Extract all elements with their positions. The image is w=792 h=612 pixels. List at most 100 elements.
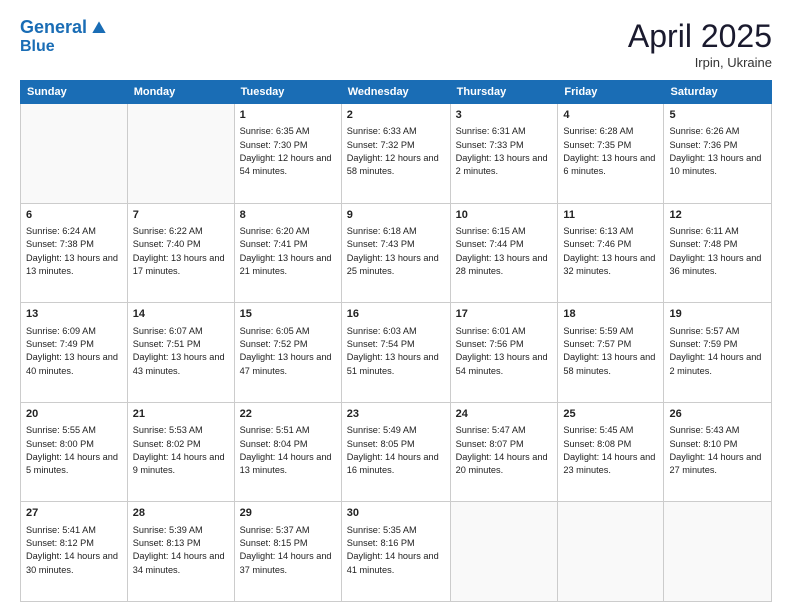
calendar-cell: 8 Sunrise: 6:20 AM Sunset: 7:41 PM Daylig… [234, 203, 341, 303]
day-number: 21 [133, 407, 229, 422]
calendar-week-4: 20 Sunrise: 5:55 AM Sunset: 8:00 PM Dayli… [21, 402, 772, 502]
calendar-cell: 16 Sunrise: 6:03 AM Sunset: 7:54 PM Dayli… [341, 303, 450, 403]
calendar-cell [127, 104, 234, 204]
day-number: 1 [240, 108, 336, 123]
day-detail: Sunrise: 5:55 AM Sunset: 8:00 PM Dayligh… [26, 424, 122, 477]
calendar-cell: 27 Sunrise: 5:41 AM Sunset: 8:12 PM Dayli… [21, 502, 128, 602]
day-number: 26 [669, 407, 766, 422]
day-number: 16 [347, 307, 445, 322]
day-detail: Sunrise: 6:33 AM Sunset: 7:32 PM Dayligh… [347, 125, 445, 178]
day-detail: Sunrise: 5:45 AM Sunset: 8:08 PM Dayligh… [563, 424, 658, 477]
calendar-cell: 1 Sunrise: 6:35 AM Sunset: 7:30 PM Daylig… [234, 104, 341, 204]
calendar-cell [664, 502, 772, 602]
day-number: 24 [456, 407, 553, 422]
calendar-cell: 28Sunrise: 5:39 AM Sunset: 8:13 PM Dayli… [127, 502, 234, 602]
calendar-cell: 6Sunrise: 6:24 AM Sunset: 7:38 PM Daylig… [21, 203, 128, 303]
weekday-header-saturday: Saturday [664, 81, 772, 104]
calendar-cell: 30Sunrise: 5:35 AM Sunset: 8:16 PM Dayli… [341, 502, 450, 602]
day-detail: Sunrise: 6:35 AM Sunset: 7:30 PM Dayligh… [240, 125, 336, 178]
day-number: 30 [347, 506, 445, 521]
day-number: 17 [456, 307, 553, 322]
calendar-cell: 4Sunrise: 6:28 AM Sunset: 7:35 PM Daylig… [558, 104, 664, 204]
day-detail: Sunrise: 6:18 AM Sunset: 7:43 PM Dayligh… [347, 225, 445, 278]
day-number: 3 [456, 108, 553, 123]
calendar-cell: 17Sunrise: 6:01 AM Sunset: 7:56 PM Dayli… [450, 303, 558, 403]
weekday-header-row: SundayMondayTuesdayWednesdayThursdayFrid… [21, 81, 772, 104]
day-detail: Sunrise: 5:49 AM Sunset: 8:05 PM Dayligh… [347, 424, 445, 477]
day-detail: Sunrise: 6:22 AM Sunset: 7:40 PM Dayligh… [133, 225, 229, 278]
day-detail: Sunrise: 5:53 AM Sunset: 8:02 PM Dayligh… [133, 424, 229, 477]
calendar-cell: 26Sunrise: 5:43 AM Sunset: 8:10 PM Dayli… [664, 402, 772, 502]
day-number: 13 [26, 307, 122, 322]
day-number: 8 [240, 208, 336, 223]
logo-blue: Blue [20, 38, 109, 56]
day-number: 9 [347, 208, 445, 223]
day-detail: Sunrise: 6:09 AM Sunset: 7:49 PM Dayligh… [26, 325, 122, 378]
day-number: 12 [669, 208, 766, 223]
weekday-header-sunday: Sunday [21, 81, 128, 104]
calendar-cell: 14 Sunrise: 6:07 AM Sunset: 7:51 PM Dayli… [127, 303, 234, 403]
calendar-cell [21, 104, 128, 204]
day-number: 7 [133, 208, 229, 223]
calendar-cell: 23 Sunrise: 5:49 AM Sunset: 8:05 PM Dayli… [341, 402, 450, 502]
day-detail: Sunrise: 6:07 AM Sunset: 7:51 PM Dayligh… [133, 325, 229, 378]
day-number: 6 [26, 208, 122, 223]
day-detail: Sunrise: 6:26 AM Sunset: 7:36 PM Dayligh… [669, 125, 766, 178]
calendar-cell: 10Sunrise: 6:15 AM Sunset: 7:44 PM Dayli… [450, 203, 558, 303]
day-detail: Sunrise: 6:15 AM Sunset: 7:44 PM Dayligh… [456, 225, 553, 278]
day-number: 28 [133, 506, 229, 521]
day-detail: Sunrise: 6:03 AM Sunset: 7:54 PM Dayligh… [347, 325, 445, 378]
calendar-cell: 11 Sunrise: 6:13 AM Sunset: 7:46 PM Dayli… [558, 203, 664, 303]
calendar-cell [450, 502, 558, 602]
logo: General Blue [20, 18, 109, 56]
day-detail: Sunrise: 6:11 AM Sunset: 7:48 PM Dayligh… [669, 225, 766, 278]
logo-text: General [20, 18, 87, 38]
day-detail: Sunrise: 5:41 AM Sunset: 8:12 PM Dayligh… [26, 524, 122, 577]
day-detail: Sunrise: 5:59 AM Sunset: 7:57 PM Dayligh… [563, 325, 658, 378]
day-detail: Sunrise: 5:47 AM Sunset: 8:07 PM Dayligh… [456, 424, 553, 477]
calendar-cell: 22 Sunrise: 5:51 AM Sunset: 8:04 PM Dayli… [234, 402, 341, 502]
day-number: 2 [347, 108, 445, 123]
header: General Blue April 2025 Irpin, Ukraine [20, 18, 772, 70]
day-number: 27 [26, 506, 122, 521]
calendar-cell: 9 Sunrise: 6:18 AM Sunset: 7:43 PM Daylig… [341, 203, 450, 303]
calendar-cell: 21 Sunrise: 5:53 AM Sunset: 8:02 PM Dayli… [127, 402, 234, 502]
day-detail: Sunrise: 6:13 AM Sunset: 7:46 PM Dayligh… [563, 225, 658, 278]
day-number: 5 [669, 108, 766, 123]
day-number: 20 [26, 407, 122, 422]
calendar-page: General Blue April 2025 Irpin, Ukraine S… [0, 0, 792, 612]
calendar-cell: 19 Sunrise: 5:57 AM Sunset: 7:59 PM Dayli… [664, 303, 772, 403]
day-number: 23 [347, 407, 445, 422]
calendar-cell: 15 Sunrise: 6:05 AM Sunset: 7:52 PM Dayli… [234, 303, 341, 403]
weekday-header-tuesday: Tuesday [234, 81, 341, 104]
calendar-cell: 13 Sunrise: 6:09 AM Sunset: 7:49 PM Dayli… [21, 303, 128, 403]
calendar-week-2: 6Sunrise: 6:24 AM Sunset: 7:38 PM Daylig… [21, 203, 772, 303]
day-detail: Sunrise: 6:05 AM Sunset: 7:52 PM Dayligh… [240, 325, 336, 378]
title-block: April 2025 Irpin, Ukraine [628, 18, 772, 70]
day-number: 4 [563, 108, 658, 123]
calendar-table: SundayMondayTuesdayWednesdayThursdayFrid… [20, 80, 772, 602]
location-label: Irpin, Ukraine [628, 55, 772, 70]
day-detail: Sunrise: 5:57 AM Sunset: 7:59 PM Dayligh… [669, 325, 766, 378]
day-number: 25 [563, 407, 658, 422]
calendar-cell: 7 Sunrise: 6:22 AM Sunset: 7:40 PM Daylig… [127, 203, 234, 303]
calendar-cell: 20 Sunrise: 5:55 AM Sunset: 8:00 PM Dayli… [21, 402, 128, 502]
calendar-cell: 24 Sunrise: 5:47 AM Sunset: 8:07 PM Dayli… [450, 402, 558, 502]
day-detail: Sunrise: 5:51 AM Sunset: 8:04 PM Dayligh… [240, 424, 336, 477]
day-detail: Sunrise: 6:20 AM Sunset: 7:41 PM Dayligh… [240, 225, 336, 278]
day-detail: Sunrise: 6:31 AM Sunset: 7:33 PM Dayligh… [456, 125, 553, 178]
day-number: 14 [133, 307, 229, 322]
calendar-cell [558, 502, 664, 602]
weekday-header-thursday: Thursday [450, 81, 558, 104]
weekday-header-monday: Monday [127, 81, 234, 104]
day-number: 19 [669, 307, 766, 322]
day-number: 22 [240, 407, 336, 422]
day-detail: Sunrise: 5:37 AM Sunset: 8:15 PM Dayligh… [240, 524, 336, 577]
day-number: 11 [563, 208, 658, 223]
day-number: 15 [240, 307, 336, 322]
calendar-cell: 3 Sunrise: 6:31 AM Sunset: 7:33 PM Daylig… [450, 104, 558, 204]
calendar-cell: 29Sunrise: 5:37 AM Sunset: 8:15 PM Dayli… [234, 502, 341, 602]
month-year-title: April 2025 [628, 18, 772, 55]
calendar-cell: 18Sunrise: 5:59 AM Sunset: 7:57 PM Dayli… [558, 303, 664, 403]
calendar-cell: 2 Sunrise: 6:33 AM Sunset: 7:32 PM Daylig… [341, 104, 450, 204]
